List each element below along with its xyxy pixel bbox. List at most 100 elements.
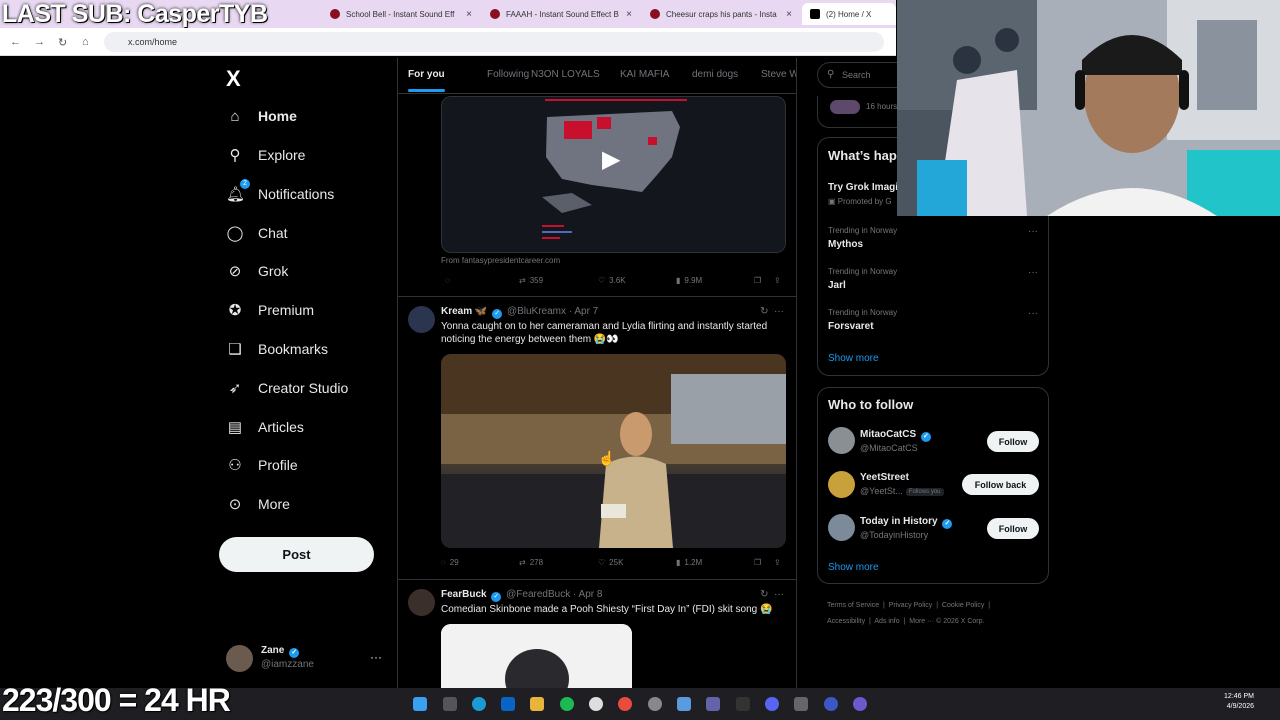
tab-kai-mafia[interactable]: KAI MAFIA: [620, 69, 669, 80]
more-icon[interactable]: ···: [1028, 308, 1038, 319]
views-button[interactable]: ▮ 1.2M: [676, 558, 702, 567]
store-icon[interactable]: [677, 697, 691, 711]
home-browser-icon[interactable]: ⌂: [82, 36, 89, 48]
outlook-icon[interactable]: [501, 697, 515, 711]
avatar[interactable]: [828, 514, 855, 541]
more-icon[interactable]: ···: [1028, 226, 1038, 237]
sidebar-item-grok[interactable]: ⊘ Grok: [226, 256, 289, 286]
trend-topic[interactable]: Forsvaret: [828, 321, 874, 332]
footer-link[interactable]: Cookie Policy: [942, 602, 984, 609]
tab-steve-w[interactable]: Steve W: [761, 69, 796, 80]
app-icon[interactable]: [589, 697, 603, 711]
sidebar-item-premium[interactable]: ✪ Premium: [226, 295, 314, 325]
footer-link[interactable]: Terms of Service: [827, 602, 879, 609]
sidebar-item-more[interactable]: ⊙ More: [226, 489, 290, 519]
app-icon[interactable]: [853, 697, 867, 711]
account-name[interactable]: Today in History ✓: [860, 516, 954, 529]
tweet-author-name[interactable]: Kream: [441, 306, 472, 317]
footer-link[interactable]: Accessibility: [827, 618, 865, 625]
link-source[interactable]: From fantasypresidentcareer.com: [441, 256, 560, 265]
close-icon[interactable]: ×: [786, 9, 792, 20]
play-icon[interactable]: ▶: [602, 145, 632, 175]
sidebar-item-bookmarks[interactable]: ❑ Bookmarks: [226, 334, 328, 364]
discord-icon[interactable]: [765, 697, 779, 711]
sidebar-item-chat[interactable]: ◯ Chat: [226, 218, 288, 248]
sidebar-item-home[interactable]: ⌂ Home: [226, 101, 296, 131]
reply-button[interactable]: ◌ 29: [441, 558, 459, 567]
tweet-date[interactable]: · Apr 7: [569, 306, 598, 317]
teams-icon[interactable]: [706, 697, 720, 711]
browser-tab[interactable]: FAAAH - Instant Sound Effect B ×: [482, 3, 640, 25]
like-button[interactable]: ♡ 25K: [598, 558, 623, 567]
settings-icon[interactable]: [794, 697, 808, 711]
view-count: 9.9M: [684, 276, 703, 285]
share-icon[interactable]: ⇪: [774, 276, 781, 285]
close-icon[interactable]: ×: [466, 9, 472, 20]
avatar[interactable]: [408, 306, 435, 333]
url-field[interactable]: x.com/home: [104, 32, 884, 52]
trend-topic[interactable]: Jarl: [828, 280, 846, 291]
browser-tab-active[interactable]: (2) Home / X: [802, 3, 896, 25]
avatar[interactable]: [828, 471, 855, 498]
account-switcher[interactable]: Zane ✓ @iamzzane ···: [226, 644, 386, 674]
more-icon[interactable]: ↻ ···: [760, 306, 784, 317]
file-explorer-icon[interactable]: [530, 697, 544, 711]
show-more-link[interactable]: Show more: [828, 562, 879, 573]
views-button[interactable]: ▮ 9.9M: [676, 276, 702, 285]
follow-button[interactable]: Follow: [987, 518, 1039, 539]
avatar[interactable]: [828, 427, 855, 454]
forward-icon[interactable]: →: [34, 36, 45, 48]
sidebar-item-profile[interactable]: ⚇ Profile: [226, 450, 297, 480]
tab-following[interactable]: Following: [487, 69, 529, 80]
tab-n3on-loyals[interactable]: N3ON LOYALS: [531, 69, 600, 80]
app-icon[interactable]: [648, 697, 662, 711]
reload-icon[interactable]: ↻: [58, 36, 67, 49]
tweet-date[interactable]: · Apr 8: [573, 589, 602, 600]
video-player[interactable]: ▶: [441, 96, 786, 253]
more-icon[interactable]: ···: [370, 650, 382, 664]
avatar[interactable]: [408, 589, 435, 616]
x-logo-icon[interactable]: X: [226, 66, 241, 92]
tab-for-you[interactable]: For you: [408, 69, 445, 92]
system-clock[interactable]: 12:46 PM 4/9/2026: [1224, 692, 1254, 712]
tweet-author-name[interactable]: FearBuck: [441, 589, 487, 600]
reply-icon[interactable]: ◌: [445, 276, 450, 285]
app-icon[interactable]: [560, 697, 574, 711]
follow-button[interactable]: Follow: [987, 431, 1039, 452]
tweet-author-handle[interactable]: @BluKreamx: [507, 306, 566, 317]
chrome-icon[interactable]: [618, 697, 632, 711]
edge-icon[interactable]: [472, 697, 486, 711]
sidebar-item-articles[interactable]: ▤ Articles: [226, 412, 304, 442]
more-icon[interactable]: ···: [1028, 267, 1038, 278]
browser-tab[interactable]: School Bell - Instant Sound Eff ×: [322, 3, 480, 25]
like-button[interactable]: ♡ 3.6K: [598, 276, 626, 285]
app-icon[interactable]: [824, 697, 838, 711]
account-name[interactable]: YeetStreet: [860, 472, 909, 483]
footer-link[interactable]: Ads info: [874, 618, 899, 625]
start-icon[interactable]: [413, 697, 427, 711]
sidebar-item-explore[interactable]: ⚲ Explore: [226, 140, 306, 170]
show-more-link[interactable]: Show more: [828, 353, 879, 364]
sidebar-item-creator-studio[interactable]: ➶ Creator Studio: [226, 373, 349, 403]
tweet-author-handle[interactable]: @FearedBuck: [506, 589, 570, 600]
follow-back-button[interactable]: Follow back: [962, 474, 1039, 495]
back-icon[interactable]: ←: [10, 36, 21, 48]
more-icon[interactable]: ↻ ···: [760, 589, 784, 600]
task-view-icon[interactable]: [443, 697, 457, 711]
browser-tab[interactable]: Cheesur craps his pants - Insta ×: [642, 3, 800, 25]
footer-link[interactable]: Privacy Policy: [889, 602, 933, 609]
bookmark-icon[interactable]: ❐: [754, 558, 761, 567]
retweet-button[interactable]: ⇄ 278: [519, 558, 543, 567]
bookmark-icon[interactable]: ❐: [754, 276, 761, 285]
share-icon[interactable]: ⇪: [774, 558, 781, 567]
post-button[interactable]: Post: [219, 537, 374, 572]
close-icon[interactable]: ×: [626, 9, 632, 20]
account-name[interactable]: MitaoCatCS ✓: [860, 429, 933, 442]
sidebar-item-notifications[interactable]: 🔔︎ 2 Notifications: [226, 179, 334, 209]
app-icon[interactable]: [736, 697, 750, 711]
tab-demi-dogs[interactable]: demi dogs: [692, 69, 738, 80]
retweet-button[interactable]: ⇄ 359: [519, 276, 543, 285]
trend-topic[interactable]: Mythos: [828, 239, 863, 250]
footer-link[interactable]: More ···: [909, 618, 934, 625]
promo-title[interactable]: Try Grok Imagi: [828, 182, 898, 193]
